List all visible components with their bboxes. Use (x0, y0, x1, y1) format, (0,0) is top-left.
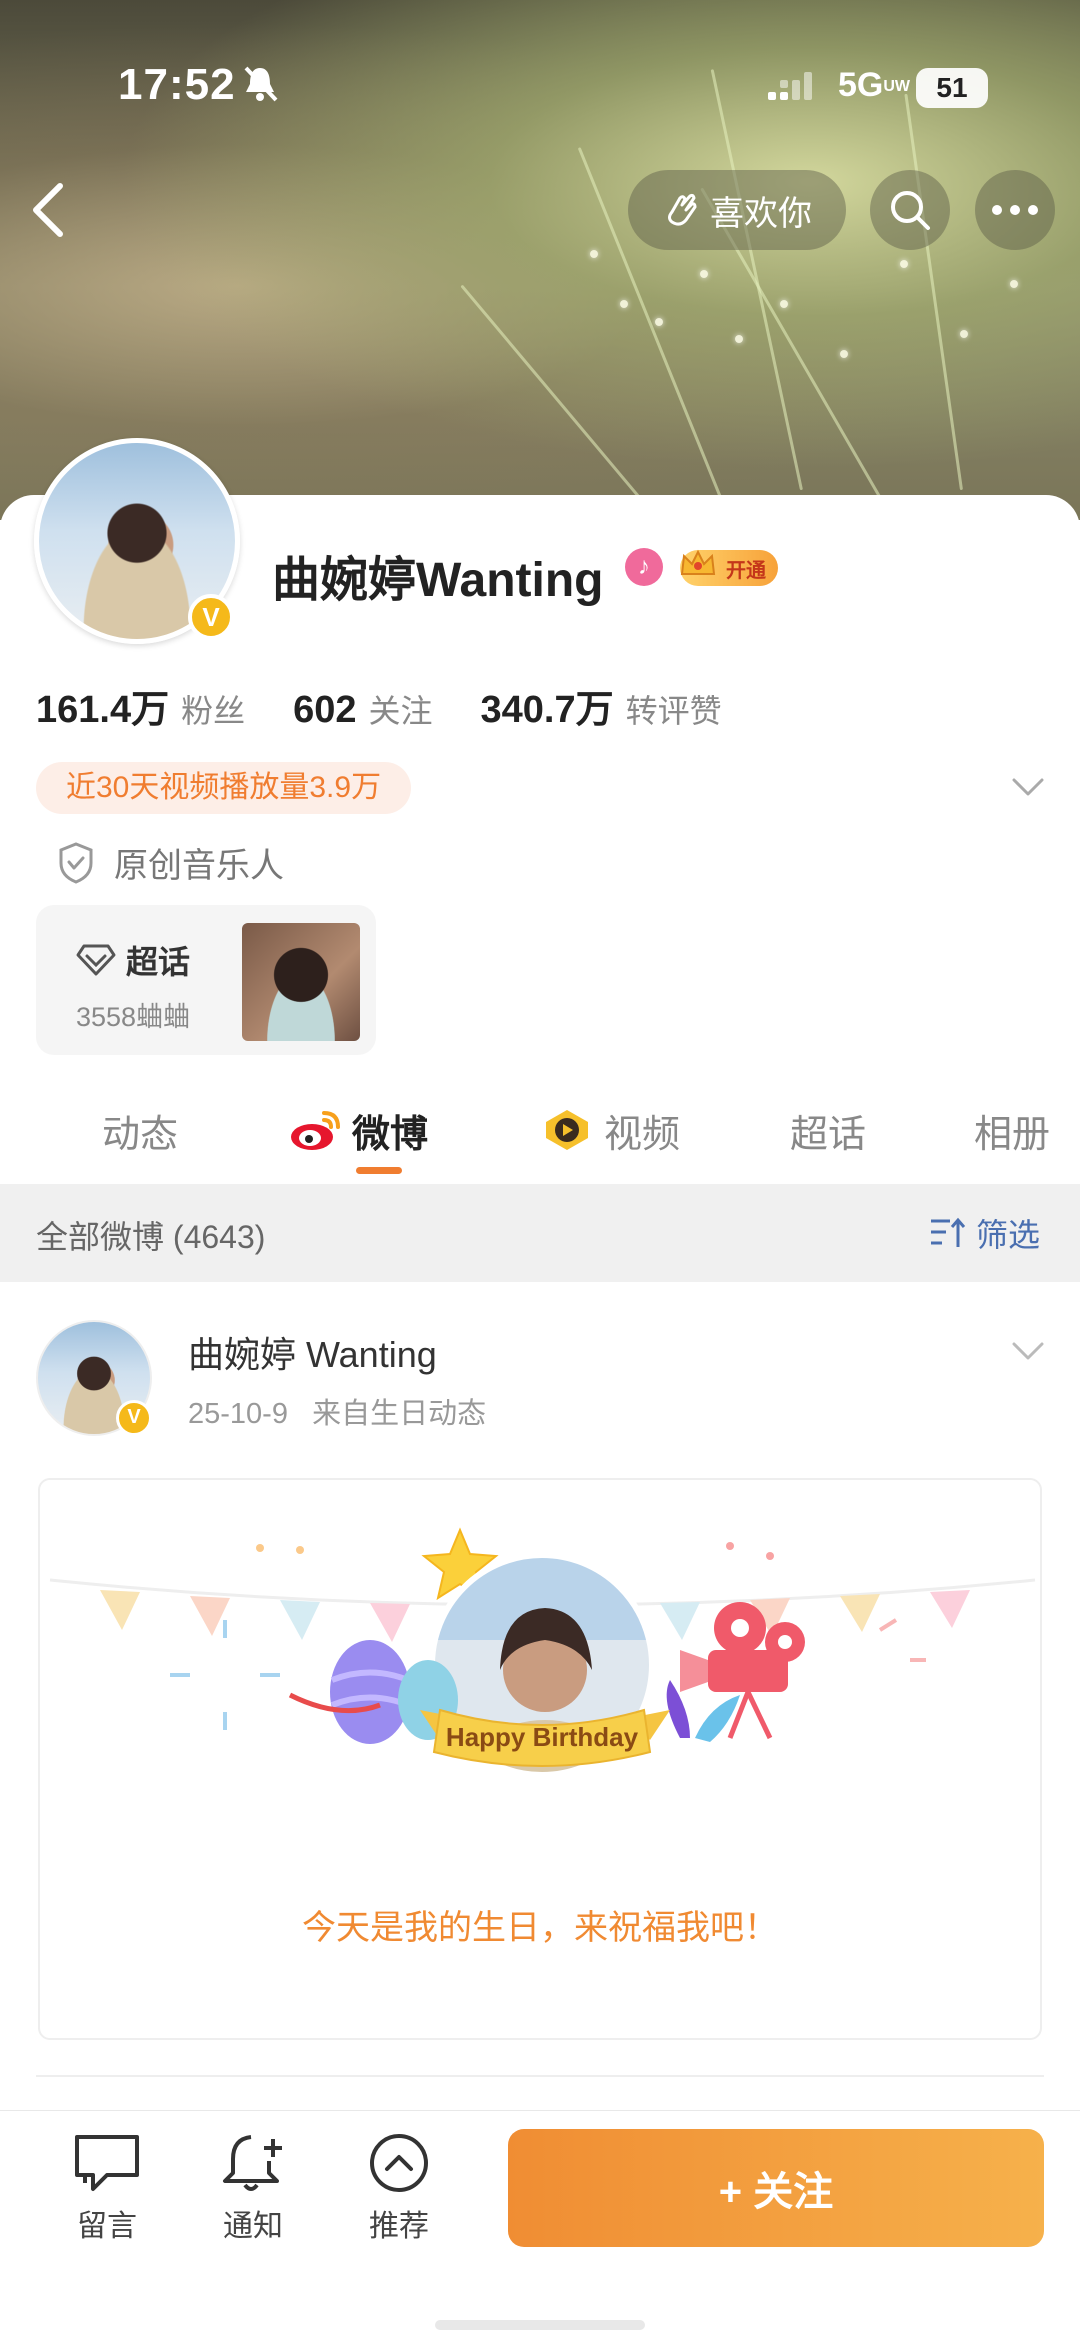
video-play-icon (546, 1110, 588, 1150)
message-label: 留言 (77, 2210, 137, 2243)
tab-label: 动态 (102, 1113, 179, 1156)
post-divider (36, 2075, 1044, 2077)
tab-label: 视频 (604, 1113, 681, 1156)
post-source: 来自生日动态 (312, 1398, 487, 1430)
status-bar: 17:52 5GUW 51 (0, 0, 1080, 170)
bottom-action-bar: 留言 通知 推荐 + 关注 (0, 2110, 1080, 2349)
stat-followers[interactable]: 161.4万 粉丝 (36, 678, 245, 733)
post-date: 25-10-9 (188, 1398, 288, 1430)
super-topic-card[interactable]: 超话 3558蛐蛐 (36, 905, 376, 1055)
message-button[interactable]: 留言 (52, 2131, 162, 2245)
profile-role: 原创音乐人 (56, 838, 284, 887)
post-meta: 25-10-9 来自生日动态 (188, 1390, 486, 1432)
stat-label: 关注 (368, 693, 433, 729)
follow-button[interactable]: + 关注 (508, 2129, 1044, 2247)
birthday-card[interactable]: Happy Birthday (38, 1478, 1042, 2040)
crown-icon (680, 549, 716, 575)
network-type: 5GUW (838, 66, 911, 104)
stat-interactions[interactable]: 340.7万 转评赞 (481, 678, 722, 733)
profile-stats: 161.4万 粉丝 602 关注 340.7万 转评赞 (36, 678, 770, 733)
signal-icon (768, 72, 812, 100)
recommend-label: 推荐 (369, 2210, 429, 2243)
post-author-name[interactable]: 曲婉婷 Wanting (188, 1326, 437, 1378)
tab-weibo[interactable]: 微博 (288, 1080, 428, 1180)
video-play-count-tag[interactable]: 近30天视频播放量3.9万 (36, 762, 412, 814)
filter-icon (930, 1217, 966, 1247)
birthday-message: 今天是我的生日，来祝福我吧！ (302, 1909, 778, 1947)
super-topic-label: 超话 (126, 944, 191, 980)
chevron-up-circle-icon (370, 2134, 428, 2192)
profile-tabs: 动态 微博 视频 超话 相册 (0, 1080, 1080, 1180)
filter-label: 筛选 (975, 1217, 1040, 1253)
clap-icon (668, 193, 697, 226)
role-label: 原创音乐人 (114, 847, 284, 885)
more-icon (992, 205, 1038, 215)
bell-plus-icon (223, 2135, 282, 2191)
battery-level: 51 (916, 68, 988, 108)
home-indicator[interactable] (435, 2320, 645, 2330)
back-icon[interactable] (22, 180, 72, 240)
tab-label: 相册 (974, 1113, 1051, 1156)
super-topic-count: 3558蛐蛐 (76, 1002, 191, 1032)
birthday-illustration: Happy Birthday (49, 1527, 1036, 1778)
music-note-icon[interactable]: ♪ (625, 548, 663, 586)
tab-activity[interactable]: 动态 (102, 1080, 178, 1180)
notify-button[interactable]: 通知 (198, 2131, 308, 2245)
stat-label: 粉丝 (181, 693, 246, 729)
tab-label: 超话 (790, 1113, 867, 1156)
shield-check-icon (59, 841, 93, 884)
all-weibo-count[interactable]: 全部微博 (4643) (36, 1212, 265, 1258)
happy-birthday-banner: Happy Birthday (446, 1722, 639, 1752)
search-button[interactable] (870, 170, 950, 250)
status-time: 17:52 (118, 60, 236, 109)
filter-button[interactable]: 筛选 (928, 1210, 1040, 1256)
active-tab-indicator (356, 1167, 402, 1174)
like-you-button[interactable]: 喜欢你 (628, 170, 846, 250)
more-button[interactable] (975, 170, 1055, 250)
search-icon (891, 191, 930, 230)
verified-badge-icon: V (116, 1400, 152, 1436)
profile-name: 曲婉婷Wanting (272, 554, 604, 607)
like-you-label: 喜欢你 (710, 194, 812, 233)
tab-super-topic[interactable]: 超话 (790, 1080, 866, 1180)
vip-open-label: 开通 (726, 559, 766, 582)
tab-album[interactable]: 相册 (974, 1080, 1050, 1180)
silent-bell-icon (244, 66, 278, 102)
filter-bar: 全部微博 (4643) 筛选 (0, 1184, 1080, 1282)
tab-video[interactable]: 视频 (540, 1080, 680, 1180)
notify-label: 通知 (223, 2210, 283, 2243)
diamond-icon (76, 944, 116, 976)
stat-number: 602 (293, 689, 357, 731)
weibo-count: (4643) (172, 1219, 266, 1255)
stat-number: 340.7万 (480, 689, 614, 731)
vip-open-badge[interactable]: 开通 (680, 549, 778, 586)
chevron-down-icon[interactable] (1010, 772, 1046, 800)
recommend-button[interactable]: 推荐 (344, 2131, 454, 2245)
super-topic-title: 超话 (76, 937, 190, 983)
stat-label: 转评赞 (625, 693, 722, 729)
post-menu-chevron-icon[interactable] (1010, 1336, 1046, 1364)
message-bubble-icon (75, 2135, 139, 2191)
stat-following[interactable]: 602 关注 (293, 686, 432, 732)
weibo-logo-icon (291, 1111, 340, 1150)
stat-number: 161.4万 (36, 689, 170, 731)
all-weibo-label: 全部微博 (36, 1219, 165, 1255)
tab-label: 微博 (352, 1113, 429, 1156)
verified-badge-icon: V (188, 594, 234, 640)
super-topic-thumbnail (242, 923, 360, 1041)
